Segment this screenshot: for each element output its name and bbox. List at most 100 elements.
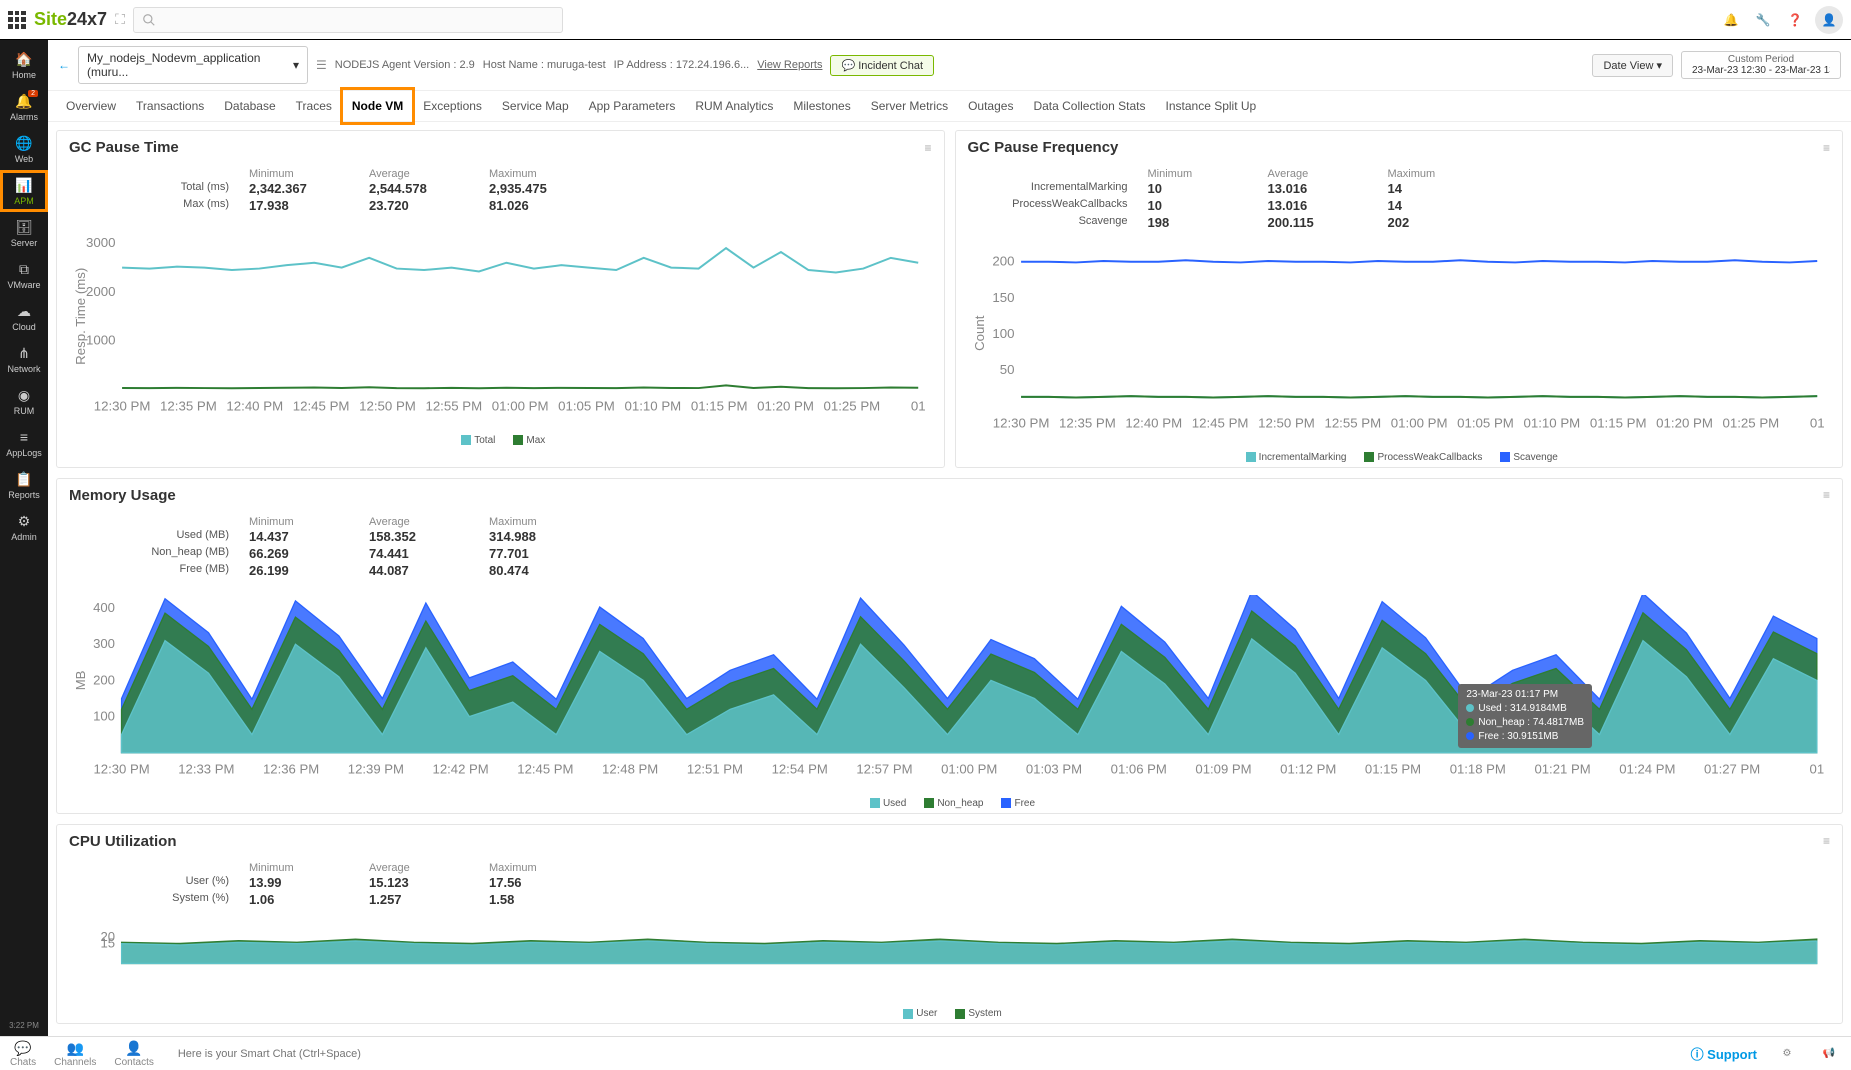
sidebar-item-home[interactable]: 🏠Home: [0, 44, 48, 86]
chart-svg: 100200300400MB12:30 PM12:33 PM12:36 PM12…: [69, 595, 1830, 779]
tab-traces[interactable]: Traces: [288, 91, 340, 121]
stats-header: Maximum: [489, 862, 609, 874]
tab-data-collection-stats[interactable]: Data Collection Stats: [1025, 91, 1153, 121]
logo[interactable]: Site24x7: [34, 9, 107, 30]
sidebar-icon: ≡: [0, 428, 48, 446]
tab-instance-split-up[interactable]: Instance Split Up: [1158, 91, 1265, 121]
tab-overview[interactable]: Overview: [58, 91, 124, 121]
svg-text:3000: 3000: [86, 235, 115, 250]
stats-header: Minimum: [249, 168, 369, 180]
svg-text:01:06 PM: 01:06 PM: [1111, 761, 1167, 776]
svg-text:12:33 PM: 12:33 PM: [178, 761, 234, 776]
stats-value: 26.199: [249, 563, 369, 578]
svg-text:Count: Count: [971, 315, 986, 351]
sidebar-item-apm[interactable]: 📊APM: [0, 170, 48, 212]
svg-text:12:50 PM: 12:50 PM: [1258, 415, 1315, 430]
smart-chat-input[interactable]: [172, 1042, 572, 1066]
panel-title: CPU Utilization: [69, 833, 1823, 850]
stats-header: Minimum: [1148, 168, 1268, 180]
bell-icon[interactable]: 🔔: [1719, 8, 1743, 32]
search-icon: [142, 13, 156, 27]
ip-address-label: IP Address : 172.24.196.6...: [614, 59, 750, 71]
tab-rum-analytics[interactable]: RUM Analytics: [687, 91, 781, 121]
main-content: ← My_nodejs_Nodevm_application (muru... …: [48, 40, 1851, 1036]
alarm-badge: 2: [28, 90, 38, 97]
user-avatar[interactable]: 👤: [1815, 6, 1843, 34]
stats-row: Total (ms)2,342.3672,544.5782,935.475: [69, 180, 932, 197]
tab-transactions[interactable]: Transactions: [128, 91, 212, 121]
stats-value: 200.115: [1268, 215, 1388, 230]
svg-text:12:30 PM: 12:30 PM: [94, 398, 151, 413]
svg-text:12:36 PM: 12:36 PM: [263, 761, 319, 776]
panel-menu-icon[interactable]: ≡: [1823, 488, 1830, 502]
tab-database[interactable]: Database: [216, 91, 283, 121]
panel-menu-icon[interactable]: ≡: [1823, 834, 1830, 848]
apps-grid-icon[interactable]: [8, 11, 26, 29]
panel-menu-icon[interactable]: ≡: [1823, 141, 1830, 155]
panel-title: GC Pause Time: [69, 139, 924, 156]
stats-label: Used (MB): [69, 529, 249, 544]
chatbar-tab-chats[interactable]: 💬Chats: [10, 1040, 36, 1068]
tab-app-parameters[interactable]: App Parameters: [581, 91, 684, 121]
sidebar-item-rum[interactable]: ◉RUM: [0, 380, 48, 422]
application-select[interactable]: My_nodejs_Nodevm_application (muru... ▾: [78, 46, 308, 84]
view-reports-link[interactable]: View Reports: [757, 59, 822, 71]
incident-chat-button[interactable]: 💬 Incident Chat: [830, 55, 934, 76]
tab-exceptions[interactable]: Exceptions: [415, 91, 490, 121]
help-icon[interactable]: ❓: [1783, 8, 1807, 32]
stats-row: Max (ms)17.93823.72081.026: [69, 197, 932, 214]
svg-text:200: 200: [93, 672, 115, 687]
svg-text:01:21 PM: 01:21 PM: [1534, 761, 1590, 776]
back-button[interactable]: ←: [58, 58, 70, 72]
wrench-icon[interactable]: 🔧: [1751, 8, 1775, 32]
sidebar-item-web[interactable]: 🌐Web: [0, 128, 48, 170]
sidebar-item-reports[interactable]: 📋Reports: [0, 464, 48, 506]
chatbar-tab-channels[interactable]: 👥Channels: [54, 1040, 96, 1068]
sidebar-item-admin[interactable]: ⚙Admin: [0, 506, 48, 548]
sidebar-icon: ⋔: [0, 344, 48, 362]
tab-server-metrics[interactable]: Server Metrics: [863, 91, 956, 121]
svg-text:01:12 PM: 01:12 PM: [1280, 761, 1336, 776]
stats-header: Average: [369, 516, 489, 528]
svg-text:12:45 PM: 12:45 PM: [517, 761, 573, 776]
stats-value: 314.988: [489, 529, 609, 544]
stats-label: ProcessWeakCallbacks: [968, 198, 1148, 213]
detail-tabs: OverviewTransactionsDatabaseTracesNode V…: [48, 91, 1851, 122]
stats-value: 1.257: [369, 892, 489, 907]
stats-value: 14.437: [249, 529, 369, 544]
tab-node-vm[interactable]: Node VM: [344, 91, 411, 121]
panel-menu-icon[interactable]: ≡: [924, 141, 931, 155]
sidebar-item-server[interactable]: 🗄Server: [0, 212, 48, 254]
stats-label: Scavenge: [968, 215, 1148, 230]
sidebar-item-applogs[interactable]: ≡AppLogs: [0, 422, 48, 464]
date-view-select[interactable]: Date View ▾: [1592, 54, 1673, 77]
announce-icon[interactable]: 📢: [1817, 1042, 1841, 1066]
stats-table: MinimumAverageMaximumIncrementalMarking1…: [956, 164, 1843, 239]
tab-milestones[interactable]: Milestones: [785, 91, 858, 121]
panel-memory_usage: Memory Usage≡MinimumAverageMaximumUsed (…: [56, 478, 1843, 814]
sidebar-label: Network: [0, 364, 48, 374]
panel-title: GC Pause Frequency: [968, 139, 1823, 156]
custom-period-picker[interactable]: Custom Period 23-Mar-23 12:30 - 23-Mar-2…: [1681, 51, 1841, 79]
sidebar-item-alarms[interactable]: 🔔Alarms2: [0, 86, 48, 128]
stats-row: Free (MB)26.19944.08780.474: [69, 562, 1830, 579]
chat-settings-icon[interactable]: ⚙: [1775, 1042, 1799, 1066]
stats-value: 15.123: [369, 875, 489, 890]
svg-text:12:54 PM: 12:54 PM: [772, 761, 828, 776]
list-icon[interactable]: ☰: [316, 58, 327, 72]
stats-value: 2,544.578: [369, 181, 489, 196]
svg-text:300: 300: [93, 636, 115, 651]
tab-outages[interactable]: Outages: [960, 91, 1021, 121]
chatbar-tab-contacts[interactable]: 👤Contacts: [114, 1040, 153, 1068]
stats-value: 202: [1388, 215, 1508, 230]
support-button[interactable]: ⓘ Support: [1691, 1044, 1757, 1063]
sidebar-item-vmware[interactable]: ⧉VMware: [0, 254, 48, 296]
sidebar-item-cloud[interactable]: ☁Cloud: [0, 296, 48, 338]
tab-service-map[interactable]: Service Map: [494, 91, 577, 121]
svg-text:01:15 PM: 01:15 PM: [1365, 761, 1421, 776]
expand-icon[interactable]: ⛶: [115, 11, 125, 28]
context-bar: ← My_nodejs_Nodevm_application (muru... …: [48, 40, 1851, 91]
sidebar-item-network[interactable]: ⋔ Network: [0, 338, 48, 380]
search-input[interactable]: [133, 7, 563, 33]
stats-value: 13.016: [1268, 181, 1388, 196]
